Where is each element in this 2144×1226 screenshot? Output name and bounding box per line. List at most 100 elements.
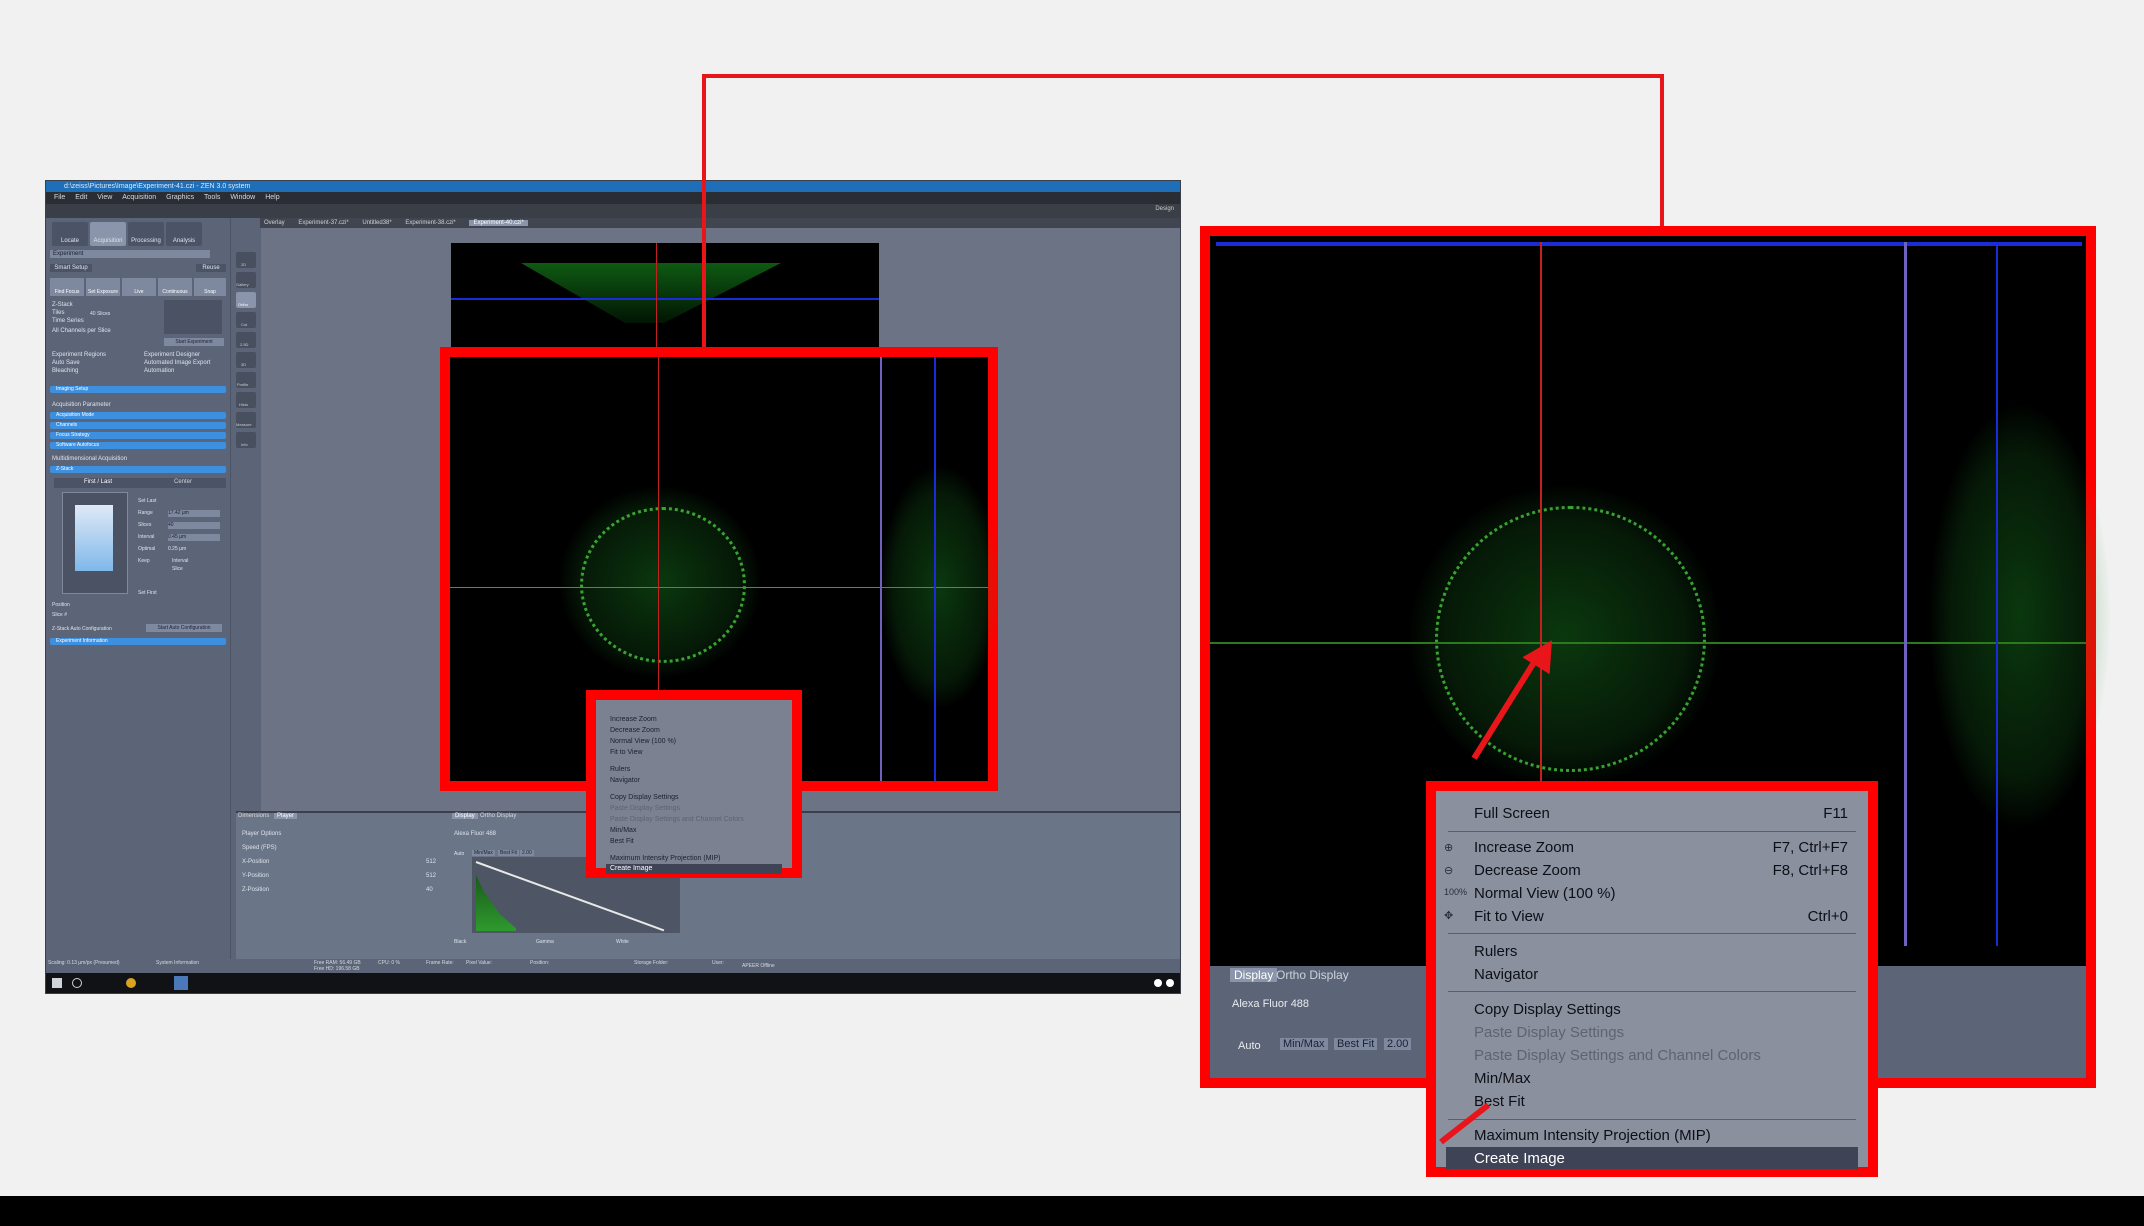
tray-icon-2[interactable] bbox=[1166, 979, 1174, 987]
software-autofocus-bar[interactable]: Software Autofocus bbox=[50, 442, 226, 449]
menu-view[interactable]: View bbox=[97, 194, 112, 201]
tool-gallery[interactable]: Gallery bbox=[236, 272, 256, 288]
tool-25d[interactable]: 2.5D bbox=[236, 332, 256, 348]
set-first-button[interactable]: Set First bbox=[138, 590, 157, 596]
find-focus-button[interactable]: Find Focus bbox=[50, 278, 84, 296]
tab-center[interactable]: Center bbox=[174, 479, 192, 485]
auto-checkbox[interactable]: Auto bbox=[454, 851, 464, 857]
channel-mode-dropdown[interactable]: All Channels per Slice bbox=[52, 328, 111, 334]
option-automation[interactable]: Automation bbox=[144, 368, 174, 374]
zstack-section-bar[interactable]: Z-Stack bbox=[50, 466, 226, 473]
tab-ortho-display[interactable]: Ortho Display bbox=[480, 813, 516, 819]
channels-bar[interactable]: Channels bbox=[50, 422, 226, 429]
zoom-minmax-button[interactable]: Min/Max bbox=[1280, 1038, 1328, 1050]
menu-item-full-screen[interactable]: Full Screen bbox=[1474, 805, 1550, 822]
y-position-label[interactable]: Y-Position bbox=[242, 873, 269, 879]
menu-help[interactable]: Help bbox=[265, 194, 279, 201]
small-menu-minmax[interactable]: Min/Max bbox=[610, 827, 636, 834]
xz-projection-image[interactable] bbox=[451, 243, 879, 348]
smart-setup-button[interactable]: Smart Setup bbox=[50, 264, 92, 272]
menu-graphics[interactable]: Graphics bbox=[166, 194, 194, 201]
small-menu-paste-colors[interactable]: Paste Display Settings and Channel Color… bbox=[610, 816, 744, 823]
time-series-checkbox[interactable]: Time Series bbox=[52, 318, 84, 324]
tool-profile[interactable]: Profile bbox=[236, 372, 256, 388]
menu-item-increase-zoom[interactable]: Increase Zoom bbox=[1474, 839, 1574, 856]
tool-measure[interactable]: Measure bbox=[236, 412, 256, 428]
experiment-info-bar[interactable]: Experiment Information bbox=[50, 638, 226, 645]
tray-icon[interactable] bbox=[1154, 979, 1162, 987]
tab-display[interactable]: Display bbox=[452, 813, 478, 819]
experiment-dropdown[interactable]: Experiment bbox=[50, 250, 210, 258]
tab-acquisition[interactable]: Acquisition bbox=[90, 222, 126, 246]
tab-player[interactable]: Player bbox=[274, 813, 298, 819]
tool-3d[interactable]: 3D bbox=[236, 352, 256, 368]
tool-ortho[interactable]: Ortho bbox=[236, 292, 256, 308]
menu-item-copy-display-settings[interactable]: Copy Display Settings bbox=[1474, 1001, 1621, 1018]
menu-item-mip[interactable]: Maximum Intensity Projection (MIP) bbox=[1474, 1127, 1711, 1144]
bestfit-button[interactable]: Best Fit bbox=[498, 850, 519, 856]
zoom-gamma-field[interactable]: 2.00 bbox=[1384, 1038, 1412, 1050]
menu-edit[interactable]: Edit bbox=[75, 194, 87, 201]
tiles-checkbox[interactable]: Tiles bbox=[52, 310, 64, 316]
menu-item-navigator[interactable]: Navigator bbox=[1474, 966, 1538, 983]
set-exposure-button[interactable]: Set Exposure bbox=[86, 278, 120, 296]
gamma-field[interactable]: 2.00 bbox=[520, 850, 534, 856]
z-position-label[interactable]: Z-Position bbox=[242, 887, 269, 893]
zoom-bestfit-button[interactable]: Best Fit bbox=[1334, 1038, 1378, 1050]
small-menu-rulers[interactable]: Rulers bbox=[610, 766, 630, 773]
menu-item-paste-display-and-colors[interactable]: Paste Display Settings and Channel Color… bbox=[1474, 1047, 1761, 1064]
mode-label[interactable]: Design bbox=[1155, 206, 1174, 212]
x-position-label[interactable]: X-Position bbox=[242, 859, 269, 865]
menu-item-paste-display-settings[interactable]: Paste Display Settings bbox=[1474, 1024, 1624, 1041]
zoom-tab-ortho-display[interactable]: Ortho Display bbox=[1276, 968, 1349, 982]
menu-item-fit-to-view[interactable]: Fit to View bbox=[1474, 908, 1544, 925]
acquisition-mode-bar[interactable]: Acquisition Mode bbox=[50, 412, 226, 419]
live-button[interactable]: Live bbox=[122, 278, 156, 296]
small-menu-normal-view[interactable]: Normal View (100 %) bbox=[610, 738, 676, 745]
doc-tab-untitled38[interactable]: Untitled38* bbox=[362, 220, 391, 226]
minmax-button[interactable]: Min/Max bbox=[472, 850, 495, 856]
y-position-value[interactable]: 512 bbox=[426, 873, 436, 879]
set-last-button[interactable]: Set Last bbox=[138, 498, 156, 504]
reuse-button[interactable]: Reuse bbox=[196, 264, 226, 272]
start-experiment-button[interactable]: Start Experiment bbox=[164, 338, 224, 346]
tool-histo[interactable]: Histo bbox=[236, 392, 256, 408]
focus-strategy-bar[interactable]: Focus Strategy bbox=[50, 432, 226, 439]
small-menu-paste-display[interactable]: Paste Display Settings bbox=[610, 805, 680, 812]
zoom-tab-display[interactable]: Display bbox=[1230, 968, 1278, 982]
tab-first-last[interactable]: First / Last bbox=[84, 479, 112, 485]
tab-analysis[interactable]: Analysis bbox=[166, 222, 202, 246]
small-menu-bestfit[interactable]: Best Fit bbox=[610, 838, 634, 845]
search-icon[interactable] bbox=[72, 978, 82, 988]
tool-cut[interactable]: Cut bbox=[236, 312, 256, 328]
snap-button[interactable]: Snap bbox=[194, 278, 226, 296]
system-info-status[interactable]: System Information bbox=[156, 956, 199, 970]
autoconf-button[interactable]: Start Auto Configuration bbox=[146, 624, 222, 632]
browser-icon[interactable] bbox=[126, 978, 136, 988]
zen-app-icon[interactable] bbox=[174, 976, 188, 990]
menu-item-normal-view[interactable]: Normal View (100 %) bbox=[1474, 885, 1615, 902]
zstack-checkbox[interactable]: Z-Stack bbox=[52, 302, 73, 308]
small-menu-decrease-zoom[interactable]: Decrease Zoom bbox=[610, 727, 660, 734]
small-menu-fit-to-view[interactable]: Fit to View bbox=[610, 749, 643, 756]
doc-tab-exp37[interactable]: Experiment-37.czi* bbox=[298, 220, 348, 226]
option-experiment-designer[interactable]: Experiment Designer bbox=[144, 352, 200, 358]
interval-field[interactable]: 0.45 µm bbox=[168, 534, 220, 541]
tab-processing[interactable]: Processing bbox=[128, 222, 164, 246]
z-position-value[interactable]: 40 bbox=[426, 887, 433, 893]
menu-item-decrease-zoom[interactable]: Decrease Zoom bbox=[1474, 862, 1581, 879]
keep-slice-radio[interactable]: Slice bbox=[172, 566, 183, 572]
menu-item-minmax[interactable]: Min/Max bbox=[1474, 1070, 1531, 1087]
doc-tab-exp40[interactable]: Experiment-40.czi* bbox=[469, 220, 528, 226]
small-menu-mip[interactable]: Maximum Intensity Projection (MIP) bbox=[610, 855, 720, 862]
tab-locate[interactable]: Locate bbox=[52, 222, 88, 246]
doc-tab-exp38[interactable]: Experiment-38.czi* bbox=[405, 220, 455, 226]
option-auto-export[interactable]: Automated Image Export bbox=[144, 360, 210, 366]
slices-field[interactable]: 40 bbox=[168, 522, 220, 529]
x-position-value[interactable]: 512 bbox=[426, 859, 436, 865]
menu-item-create-image-highlight[interactable]: Create Image bbox=[1446, 1147, 1858, 1169]
continuous-button[interactable]: Continuous bbox=[158, 278, 192, 296]
zoom-auto-checkbox[interactable]: Auto bbox=[1238, 1040, 1261, 1052]
tool-2d[interactable]: 2D bbox=[236, 252, 256, 268]
small-menu-create-image-highlight[interactable]: Create Image bbox=[606, 864, 782, 874]
